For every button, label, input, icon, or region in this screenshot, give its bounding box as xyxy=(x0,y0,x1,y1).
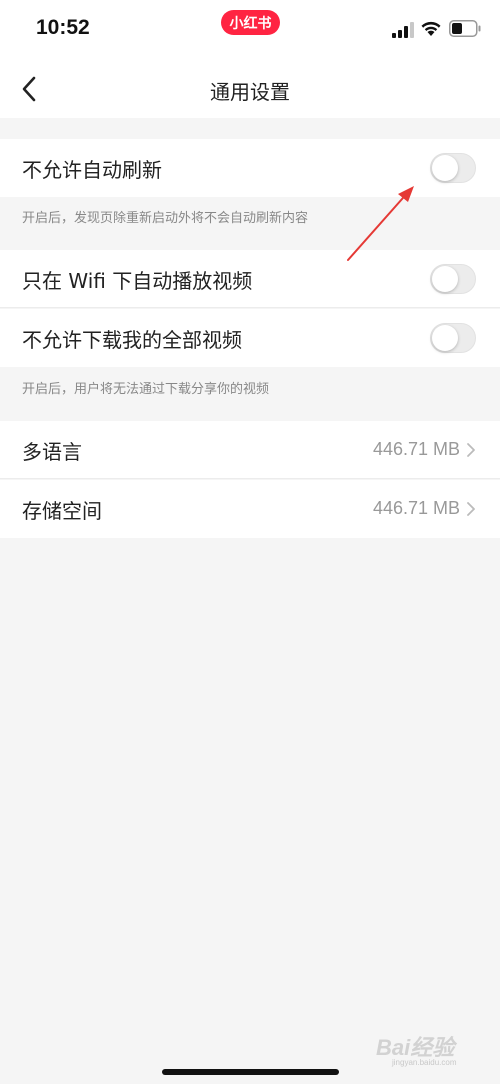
setting-row-storage[interactable]: 存储空间 446.71 MB xyxy=(0,480,500,538)
setting-label: 不允许下载我的全部视频 xyxy=(22,328,242,352)
chevron-right-icon xyxy=(467,502,475,516)
page-title: 通用设置 xyxy=(210,80,290,104)
setting-row-disallow-download: 不允许下载我的全部视频 xyxy=(0,309,500,367)
disallow-download-toggle[interactable] xyxy=(430,323,476,353)
setting-label: 多语言 xyxy=(22,440,82,464)
status-bar: 10:52 小红书 xyxy=(0,0,500,60)
divider xyxy=(0,307,500,308)
setting-label: 存储空间 xyxy=(22,499,102,523)
home-indicator[interactable] xyxy=(162,1069,339,1075)
setting-label: 不允许自动刷新 xyxy=(22,158,162,182)
toggle-knob xyxy=(432,266,458,292)
auto-refresh-toggle[interactable] xyxy=(430,153,476,183)
setting-row-wifi-autoplay: 只在 Wifi 下自动播放视频 xyxy=(0,250,500,308)
wifi-icon xyxy=(421,21,441,36)
setting-label: 只在 Wifi 下自动播放视频 xyxy=(22,269,253,293)
chevron-right-icon xyxy=(467,443,475,457)
toggle-knob xyxy=(432,325,458,351)
storage-value: 446.71 MB xyxy=(372,498,460,518)
app-badge-label: 小红书 xyxy=(229,15,272,32)
setting-row-language[interactable]: 多语言 446.71 MB xyxy=(0,421,500,479)
battery-icon xyxy=(449,20,481,37)
toggle-knob xyxy=(432,155,458,181)
auto-refresh-hint: 开启后，发现页除重新启动外将不会自动刷新内容 xyxy=(22,211,309,226)
cellular-signal-icon xyxy=(392,22,414,38)
status-time: 10:52 xyxy=(36,16,90,39)
language-value: 446.71 MB xyxy=(372,439,460,459)
watermark-url: jingyan.baidu.com xyxy=(392,1058,457,1067)
app-badge: 小红书 xyxy=(221,10,280,35)
wifi-autoplay-toggle[interactable] xyxy=(430,264,476,294)
disallow-download-hint: 开启后，用户将无法通过下载分享你的视频 xyxy=(22,382,270,397)
navigation-bar: 通用设置 xyxy=(0,60,500,118)
divider xyxy=(0,478,500,479)
setting-row-auto-refresh: 不允许自动刷新 xyxy=(0,139,500,197)
